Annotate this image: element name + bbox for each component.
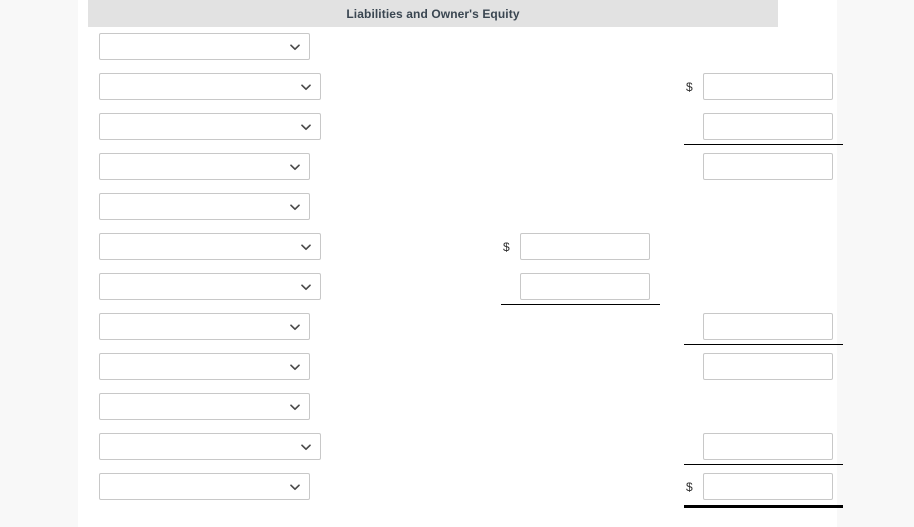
- right-amount-cell: $: [684, 473, 833, 500]
- currency-symbol: $: [686, 79, 693, 94]
- account-select-10[interactable]: [99, 393, 310, 420]
- account-select-cell: [99, 113, 321, 140]
- chevron-down-icon: [300, 441, 312, 453]
- form-row: [78, 187, 837, 227]
- currency-symbol: $: [686, 479, 693, 494]
- form-row: [78, 387, 837, 427]
- chevron-down-icon: [289, 321, 301, 333]
- chevron-down-icon: [300, 121, 312, 133]
- form-row: [78, 147, 837, 187]
- account-select-7[interactable]: [99, 273, 321, 300]
- subtotal-rule: [684, 144, 843, 145]
- right-amount-input-4[interactable]: [703, 153, 833, 180]
- chevron-down-icon: [300, 81, 312, 93]
- middle-amount-cell: $: [501, 233, 650, 260]
- chevron-down-icon: [289, 41, 301, 53]
- form-row: [78, 27, 837, 67]
- form-row: $: [78, 467, 843, 508]
- account-select-cell: [99, 393, 310, 420]
- right-amount-cell: [684, 153, 833, 180]
- account-select-12[interactable]: [99, 473, 310, 500]
- form-row: [78, 347, 837, 387]
- right-amount-cell: [684, 313, 833, 340]
- right-amount-cell: $: [684, 73, 833, 100]
- account-select-cell: [99, 233, 321, 260]
- account-select-6[interactable]: [99, 233, 321, 260]
- form-row: [78, 267, 837, 307]
- chevron-down-icon: [289, 401, 301, 413]
- middle-amount-input-7[interactable]: [520, 273, 650, 300]
- right-amount-input-8[interactable]: [703, 313, 833, 340]
- account-select-cell: [99, 353, 310, 380]
- right-amount-input-3[interactable]: [703, 113, 833, 140]
- account-select-4[interactable]: [99, 153, 310, 180]
- account-select-cell: [99, 33, 310, 60]
- right-amount-input-12[interactable]: [703, 473, 833, 500]
- right-amount-input-9[interactable]: [703, 353, 833, 380]
- liabilities-equity-rows: $ $ $: [78, 27, 843, 508]
- chevron-down-icon: [289, 361, 301, 373]
- account-select-cell: [99, 153, 310, 180]
- form-row: $: [78, 67, 837, 107]
- account-select-11[interactable]: [99, 433, 321, 460]
- chevron-down-icon: [289, 161, 301, 173]
- currency-symbol: $: [503, 239, 510, 254]
- chevron-down-icon: [300, 281, 312, 293]
- chevron-down-icon: [289, 481, 301, 493]
- subtotal-rule: [684, 344, 843, 345]
- section-header: Liabilities and Owner's Equity: [88, 0, 778, 27]
- form-row: $: [78, 227, 837, 267]
- chevron-down-icon: [289, 201, 301, 213]
- right-amount-input-11[interactable]: [703, 433, 833, 460]
- middle-amount-cell: [501, 273, 650, 300]
- balance-sheet-panel: Liabilities and Owner's Equity $ $ $: [78, 0, 843, 527]
- grand-total-rule: [684, 505, 843, 508]
- account-select-8[interactable]: [99, 313, 310, 340]
- account-select-cell: [99, 433, 321, 460]
- right-amount-cell: [684, 353, 833, 380]
- right-amount-cell: [684, 433, 833, 460]
- subtotal-rule: [501, 304, 660, 305]
- account-select-3[interactable]: [99, 113, 321, 140]
- account-select-5[interactable]: [99, 193, 310, 220]
- chevron-down-icon: [300, 241, 312, 253]
- section-title: Liabilities and Owner's Equity: [346, 6, 520, 21]
- form-row: [78, 307, 843, 347]
- right-amount-cell: [684, 113, 833, 140]
- account-select-cell: [99, 73, 321, 100]
- account-select-cell: [99, 273, 321, 300]
- middle-amount-input-6[interactable]: [520, 233, 650, 260]
- account-select-cell: [99, 313, 310, 340]
- account-select-cell: [99, 193, 310, 220]
- account-select-2[interactable]: [99, 73, 321, 100]
- account-select-1[interactable]: [99, 33, 310, 60]
- subtotal-rule: [684, 464, 843, 465]
- form-row: [78, 107, 843, 147]
- account-select-cell: [99, 473, 310, 500]
- account-select-9[interactable]: [99, 353, 310, 380]
- form-row: [78, 427, 843, 467]
- right-amount-input-2[interactable]: [703, 73, 833, 100]
